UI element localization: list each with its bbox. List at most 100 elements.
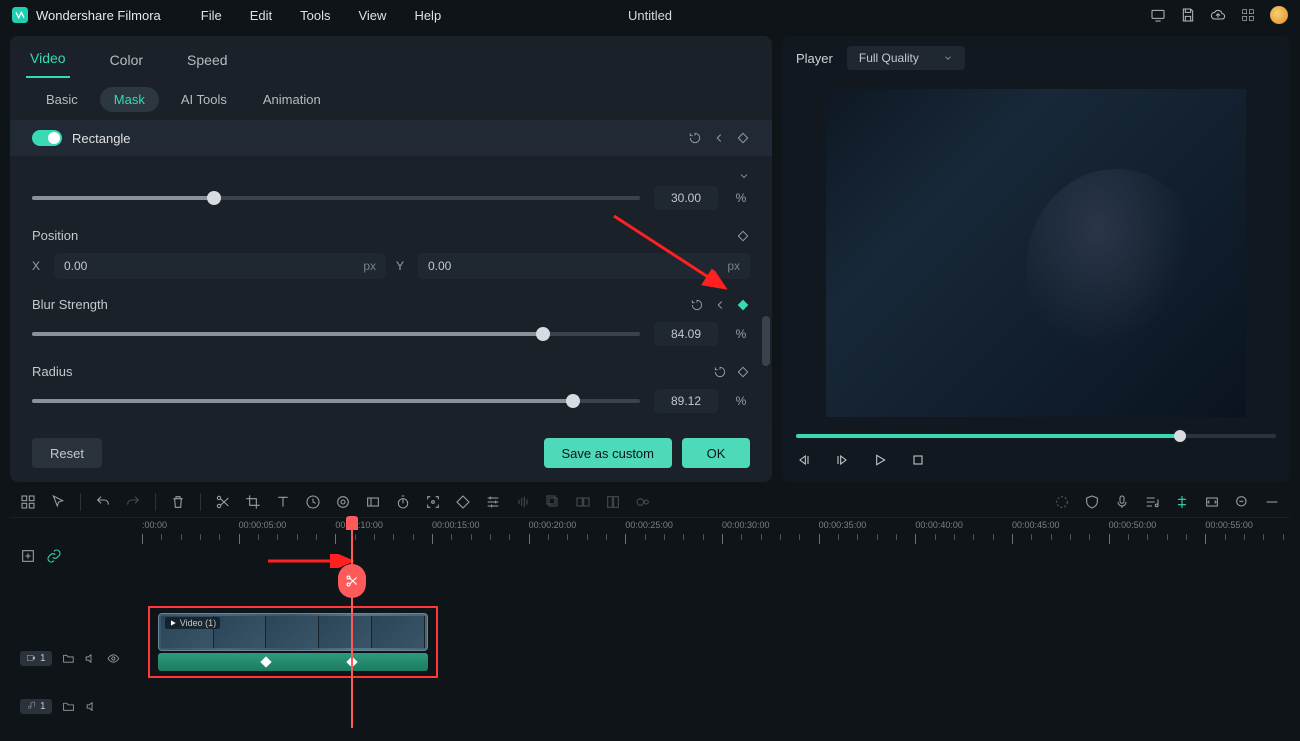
keyframe-diamond-icon[interactable]	[736, 131, 750, 145]
subtab-animation[interactable]: Animation	[249, 87, 335, 112]
timeline-ruler[interactable]: :00:0000:00:05:0000:00:10:0000:00:15:000…	[130, 518, 1290, 544]
text-icon[interactable]	[275, 494, 291, 510]
blur-keyframe-active-icon[interactable]	[736, 298, 750, 312]
speed-icon[interactable]	[305, 494, 321, 510]
quality-select[interactable]: Full Quality	[847, 46, 965, 70]
shield-icon[interactable]	[1084, 494, 1100, 510]
user-avatar[interactable]	[1270, 6, 1288, 24]
rect-icon[interactable]	[365, 494, 381, 510]
link-icon[interactable]	[46, 548, 62, 564]
menu-file[interactable]: File	[201, 8, 222, 23]
crop-icon[interactable]	[245, 494, 261, 510]
subtab-ai-tools[interactable]: AI Tools	[167, 87, 241, 112]
tool-8-icon[interactable]	[575, 494, 591, 510]
radius-reset-icon[interactable]	[713, 365, 727, 379]
mute-icon[interactable]	[84, 652, 97, 665]
preview-progress[interactable]	[796, 434, 1276, 438]
next-frame-icon[interactable]	[834, 452, 850, 468]
scissor-icon[interactable]	[338, 564, 366, 598]
loading-icon[interactable]	[1054, 494, 1070, 510]
slider-1[interactable]	[32, 196, 640, 200]
blur-slider[interactable]	[32, 332, 640, 336]
chevron-down-icon[interactable]	[738, 170, 750, 182]
screen-icon[interactable]	[1150, 7, 1166, 23]
video-clip[interactable]: Video (1)	[158, 613, 428, 651]
redo-icon[interactable]	[125, 494, 141, 510]
reset-icon[interactable]	[688, 131, 702, 145]
split-icon[interactable]	[215, 494, 231, 510]
radius-label: Radius	[32, 364, 72, 379]
fit-icon[interactable]	[1204, 494, 1220, 510]
prev-frame-icon[interactable]	[796, 452, 812, 468]
blur-value[interactable]: 84.09	[654, 322, 718, 346]
slider-1-value[interactable]: 30.00	[654, 186, 718, 210]
properties-panel: Video Color Speed Basic Mask AI Tools An…	[10, 36, 772, 482]
menu-tools[interactable]: Tools	[300, 8, 330, 23]
music-list-icon[interactable]	[1144, 494, 1160, 510]
undo-icon[interactable]	[95, 494, 111, 510]
cursor-icon[interactable]	[50, 494, 66, 510]
color-icon[interactable]	[335, 494, 351, 510]
position-keyframe-icon[interactable]	[736, 229, 750, 243]
apps-grid-icon[interactable]	[1240, 7, 1256, 23]
radius-keyframe-icon[interactable]	[736, 365, 750, 379]
zoom-out-icon[interactable]	[1234, 494, 1250, 510]
eye-icon[interactable]	[107, 652, 120, 665]
video-track-badge: 1	[20, 651, 52, 666]
playhead[interactable]	[351, 518, 353, 728]
folder-icon[interactable]	[62, 700, 75, 713]
audio-track-badge: 1	[20, 699, 52, 714]
menu-help[interactable]: Help	[414, 8, 441, 23]
mic-icon[interactable]	[1114, 494, 1130, 510]
subtab-basic[interactable]: Basic	[32, 87, 92, 112]
keyframe-prev-icon[interactable]	[712, 131, 726, 145]
video-preview[interactable]	[826, 89, 1246, 417]
record-icon[interactable]	[635, 494, 651, 510]
marker-icon[interactable]	[1174, 494, 1190, 510]
keyframe-strip[interactable]	[158, 653, 428, 671]
menu-edit[interactable]: Edit	[250, 8, 272, 23]
mute-icon[interactable]	[85, 700, 98, 713]
ruler-timecode: 00:00:30:00	[722, 520, 770, 530]
tab-video[interactable]: Video	[26, 40, 70, 78]
reset-button[interactable]: Reset	[32, 438, 102, 468]
stop-icon[interactable]	[910, 452, 926, 468]
adjust-icon[interactable]	[485, 494, 501, 510]
timer-icon[interactable]	[395, 494, 411, 510]
folder-icon[interactable]	[62, 652, 75, 665]
pos-x-input[interactable]: 0.00 px	[54, 253, 386, 279]
keyframe-tool-icon[interactable]	[455, 494, 471, 510]
blur-reset-icon[interactable]	[690, 298, 704, 312]
audio-icon[interactable]	[515, 494, 531, 510]
panel-scrollbar[interactable]	[762, 316, 770, 426]
app-logo-icon	[12, 7, 28, 23]
blur-keyframe-prev-icon[interactable]	[713, 298, 727, 312]
subtab-mask[interactable]: Mask	[100, 87, 159, 112]
save-icon[interactable]	[1180, 7, 1196, 23]
cloud-upload-icon[interactable]	[1210, 7, 1226, 23]
tab-color[interactable]: Color	[106, 42, 147, 78]
ruler-timecode: 00:00:20:00	[529, 520, 577, 530]
timeline-tracks[interactable]: :00:0000:00:05:0000:00:10:0000:00:15:000…	[130, 518, 1290, 728]
delete-icon[interactable]	[170, 494, 186, 510]
pos-y-label: Y	[396, 259, 408, 273]
radius-slider[interactable]	[32, 399, 640, 403]
main-menu: File Edit Tools View Help	[201, 8, 441, 23]
play-tiny-icon	[169, 619, 177, 627]
ruler-timecode: 00:00:45:00	[1012, 520, 1060, 530]
ok-button[interactable]: OK	[682, 438, 750, 468]
tool-9-icon[interactable]	[605, 494, 621, 510]
title-bar: Wondershare Filmora File Edit Tools View…	[0, 0, 1300, 30]
tab-speed[interactable]: Speed	[183, 42, 231, 78]
apps-icon[interactable]	[20, 494, 36, 510]
save-as-custom-button[interactable]: Save as custom	[544, 438, 673, 468]
section-toggle[interactable]	[32, 130, 62, 146]
focus-icon[interactable]	[425, 494, 441, 510]
player-label: Player	[796, 51, 833, 66]
play-icon[interactable]	[872, 452, 888, 468]
radius-value[interactable]: 89.12	[654, 389, 718, 413]
menu-view[interactable]: View	[358, 8, 386, 23]
zoom-slider-icon[interactable]	[1264, 494, 1280, 510]
group-icon[interactable]	[545, 494, 561, 510]
add-track-icon[interactable]	[20, 548, 36, 564]
